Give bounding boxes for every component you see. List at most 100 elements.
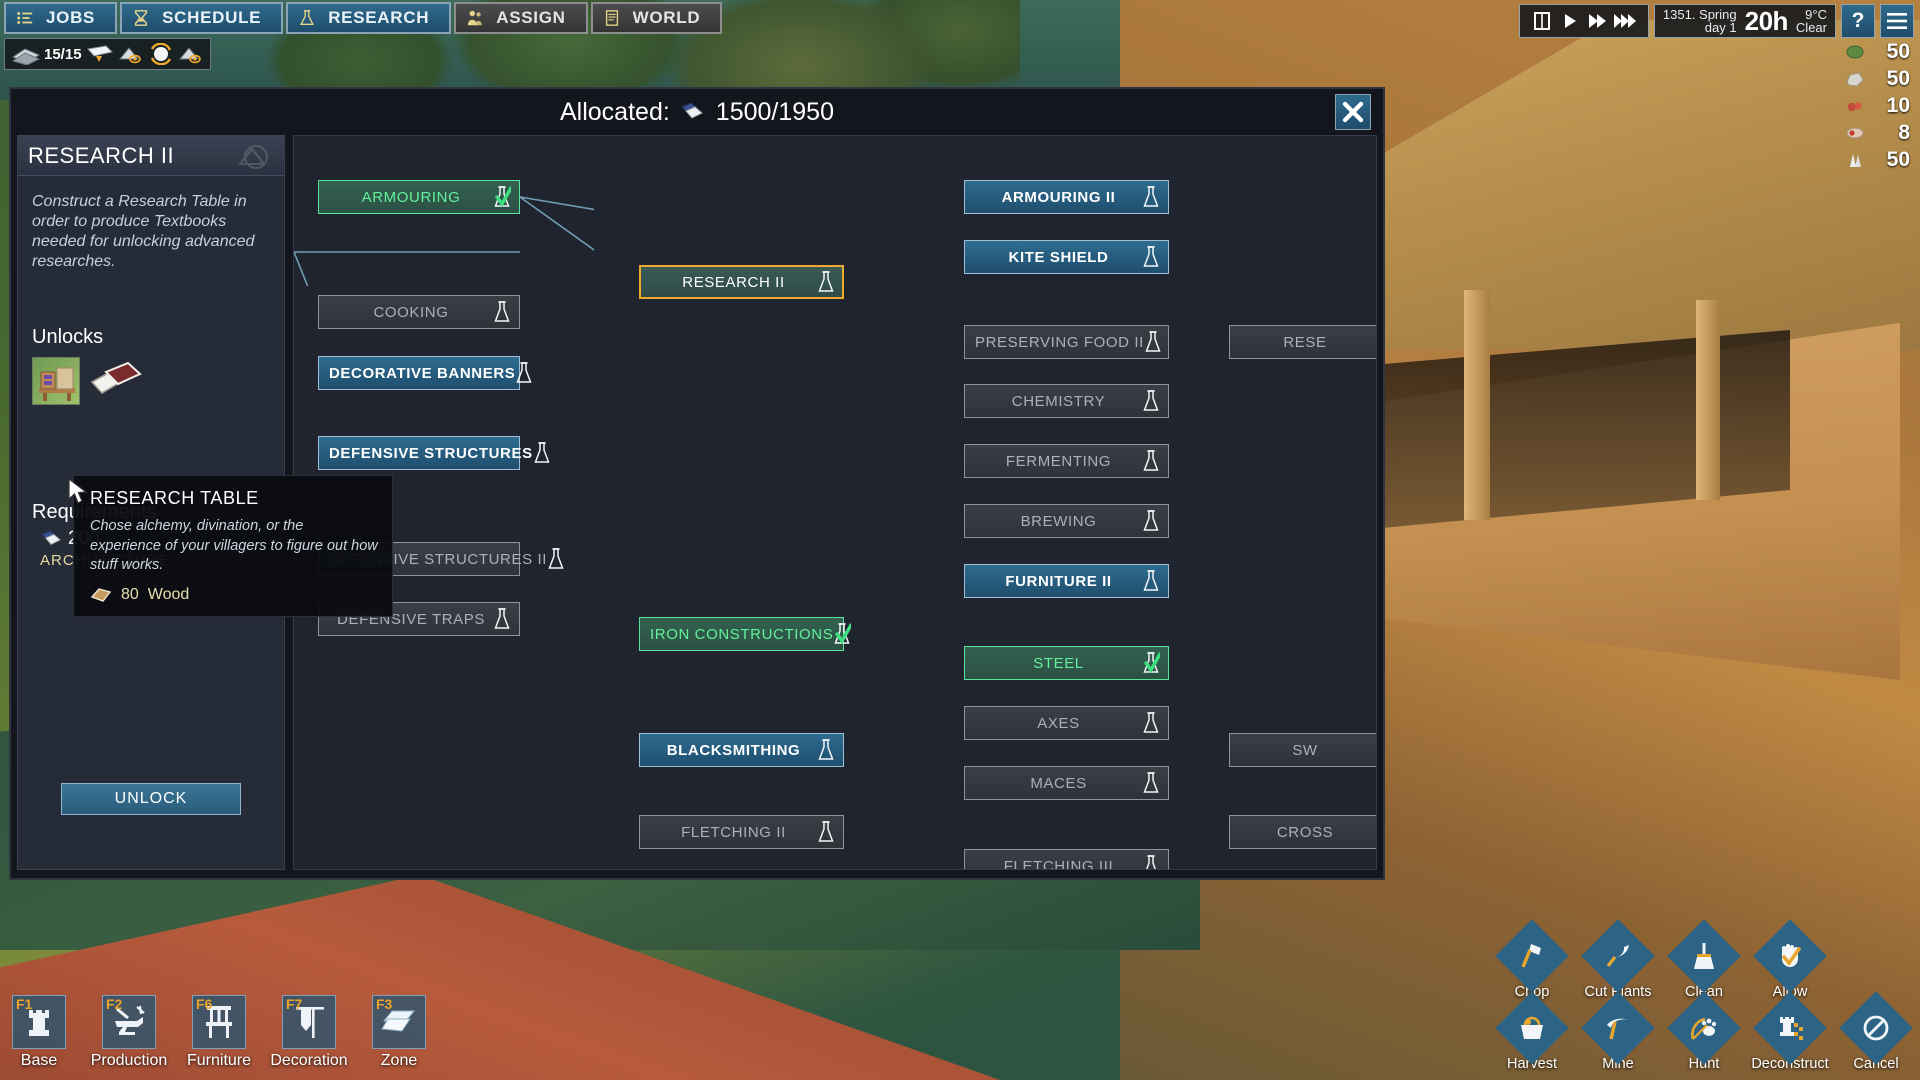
order-cancel[interactable]: Cancel [1838, 991, 1914, 1072]
paper-indicator[interactable] [86, 43, 114, 65]
order-clean[interactable]: Clean [1666, 919, 1742, 1000]
research-node[interactable]: FLETCHING III [964, 849, 1169, 869]
flask-icon [1143, 186, 1159, 207]
order-mine[interactable]: Mine [1580, 991, 1656, 1072]
research-node[interactable]: IRON CONSTRUCTIONS [639, 617, 852, 651]
flask-icon [1143, 450, 1159, 471]
order-cut-plants[interactable]: Cut Plants [1580, 919, 1656, 1000]
banner-icon: F7 [282, 995, 336, 1049]
research-node[interactable]: CROSS [1229, 815, 1376, 849]
tab-schedule[interactable]: SCHEDULE [120, 2, 284, 34]
rotate-view-toggle[interactable] [148, 43, 174, 65]
resource-row[interactable]: 50 [1844, 148, 1910, 172]
order-row-2: Harvest Mine Hunt [1494, 991, 1914, 1072]
research-table-glyph [39, 367, 75, 401]
tower-icon: F1 [12, 995, 66, 1049]
build-item-decoration[interactable]: F7 Decoration [270, 995, 348, 1070]
research-node-label: PRESERVING FOOD II [975, 333, 1144, 351]
scroll-icon [605, 10, 618, 26]
research-node[interactable]: BREWING [964, 504, 1169, 538]
order-chop[interactable]: Chop [1494, 919, 1570, 1000]
hide-roofs-toggle[interactable] [118, 43, 144, 65]
research-description: Construct a Research Table in order to p… [32, 193, 255, 270]
research-node[interactable]: RESEARCH II [639, 265, 844, 299]
flask-icon [548, 548, 564, 569]
play-button[interactable] [1556, 8, 1584, 34]
research-node[interactable]: STEEL [964, 646, 1169, 680]
order-hunt[interactable]: Hunt [1666, 991, 1742, 1072]
fastest-forward-icon [1613, 14, 1636, 28]
hotkey-label: F6 [196, 996, 213, 1012]
build-item-label: Decoration [270, 1052, 348, 1069]
flask-icon [1143, 712, 1159, 733]
dialog-title: Allocated: 1500/1950 [560, 98, 834, 127]
tooltip-cost: 80 Wood [90, 586, 378, 604]
pause-button[interactable] [1528, 8, 1556, 34]
order-harvest[interactable]: Harvest [1494, 991, 1570, 1072]
tab-world[interactable]: WORLD [590, 2, 723, 34]
help-button[interactable]: ? [1841, 4, 1875, 38]
research-node-label: ARMOURING II [1001, 188, 1116, 206]
research-node[interactable]: FLETCHING II [639, 815, 844, 849]
unlocks-list [18, 349, 284, 405]
build-item-furniture[interactable]: F6 Furniture [187, 995, 251, 1070]
research-node[interactable]: BLACKSMITHING [639, 733, 844, 767]
research-node[interactable]: ARMOURING II [964, 180, 1169, 214]
research-node[interactable]: CHEMISTRY [964, 384, 1169, 418]
menu-button[interactable] [1880, 4, 1914, 38]
tab-research[interactable]: RESEARCH [286, 2, 452, 34]
hotkey-label: F7 [286, 996, 303, 1012]
research-node[interactable]: FERMENTING [964, 444, 1169, 478]
research-node[interactable]: AXES [964, 706, 1169, 740]
build-item-base[interactable]: F1 Base [8, 995, 70, 1070]
textbook-icon [680, 102, 703, 119]
clock-weather-panel: 1351. Spring day 1 20h 9°C Clear [1653, 4, 1836, 38]
resource-row[interactable]: 50 [1844, 67, 1910, 91]
fast-forward-button[interactable] [1584, 8, 1612, 34]
resource-row[interactable]: 10 [1844, 94, 1910, 118]
research-node[interactable]: RESE [1229, 325, 1376, 359]
date-block: 1351. Spring day 1 [1663, 7, 1737, 34]
flask-icon [1143, 772, 1159, 793]
hotkey-label: F3 [376, 996, 393, 1012]
unlock-button[interactable]: UNLOCK [61, 783, 241, 815]
research-node[interactable]: SW [1229, 733, 1376, 767]
roof-eye-icon [118, 47, 141, 64]
research-node[interactable]: KITE SHIELD [964, 240, 1169, 274]
hide-walls-toggle[interactable] [178, 43, 204, 65]
order-action-panel: Chop Cut Plants Clean [1494, 919, 1914, 1072]
bow-paw-glyph [1691, 1017, 1717, 1040]
research-node[interactable]: DECORATIVE BANNERS [318, 356, 532, 390]
storage-count: 15/15 [44, 45, 82, 63]
broom-icon [1667, 919, 1741, 993]
broom-glyph [1694, 943, 1714, 969]
people-icon [468, 10, 482, 26]
build-item-production[interactable]: F2 Production [91, 995, 167, 1070]
research-node-label: ARMOURING [361, 188, 461, 206]
order-deconstruct[interactable]: Deconstruct [1751, 991, 1829, 1072]
decorative-watermark-icon [237, 145, 268, 169]
tab-label: JOBS [46, 8, 96, 27]
research-node[interactable]: COOKING [318, 295, 520, 329]
build-item-zone[interactable]: F3 Zone [368, 995, 430, 1070]
research-node[interactable]: ARMOURING [318, 180, 520, 214]
order-allow[interactable]: Allow [1752, 919, 1828, 1000]
textbook-icon[interactable] [88, 358, 144, 404]
flask-icon [300, 10, 315, 25]
research-node[interactable]: PRESERVING FOOD II [964, 325, 1169, 359]
resource-row[interactable]: 50 [1844, 40, 1910, 64]
research-node[interactable]: DEFENSIVE STRUCTURES [318, 436, 550, 470]
resource-value: 50 [1886, 148, 1910, 171]
close-button[interactable] [1335, 94, 1371, 130]
tab-assign[interactable]: ASSIGN [454, 2, 588, 34]
zone-icon: F3 [372, 995, 426, 1049]
resource-row[interactable]: 8 [1844, 121, 1910, 145]
fastest-forward-button[interactable] [1612, 8, 1640, 34]
research-node[interactable]: FURNITURE II [964, 564, 1169, 598]
research-tree-panel[interactable]: ARMOURING RESEARCH II COOKING DECORATIVE BA… [293, 135, 1377, 870]
tab-jobs[interactable]: JOBS [4, 2, 118, 34]
research-table-icon[interactable] [32, 357, 80, 405]
storage-indicator[interactable]: 15/15 [11, 43, 82, 65]
research-node[interactable]: MACES [964, 766, 1169, 800]
hamburger-menu-icon [1887, 13, 1907, 29]
